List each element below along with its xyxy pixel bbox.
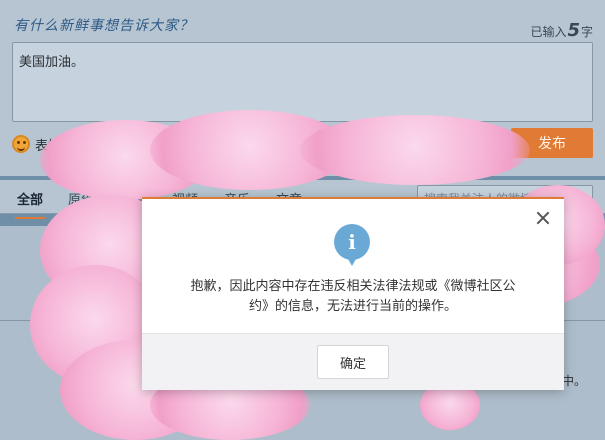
alert-dialog: i 抱歉，因此内容中存在违反相关法律法规或《微博社区公约》的信息，无法进行当前的… [142, 197, 564, 390]
video-icon [138, 137, 155, 151]
screen: 有什么新鲜事想告诉大家？ 已输入5字 美国加油。 表情 图片 视频 发布 全部 … [0, 0, 605, 440]
char-count-number: 5 [567, 20, 580, 41]
tab-original[interactable]: 原创 [68, 189, 94, 208]
tab-all[interactable]: 全部 [14, 189, 46, 219]
char-count-prefix: 已输入 [530, 25, 567, 39]
search-icon[interactable] [565, 190, 577, 202]
feed-text-fragment: 中。 [562, 374, 587, 388]
close-icon[interactable] [536, 211, 550, 225]
char-count-suffix: 字 [580, 25, 593, 39]
dialog-message: 抱歉，因此内容中存在违反相关法律法规或《微博社区公约》的信息，无法进行当前的操作… [190, 279, 516, 314]
video-label: 视频 [159, 138, 186, 154]
compose-title: 有什么新鲜事想告诉大家？ [14, 18, 194, 34]
compose-textarea[interactable]: 美国加油。 [12, 42, 593, 122]
video-button[interactable]: 视频 [138, 135, 185, 154]
publish-button[interactable]: 发布 [511, 128, 593, 158]
compose-toolbar: 表情 图片 视频 [12, 134, 199, 154]
picture-button[interactable]: 图片 [75, 135, 124, 154]
info-icon: i [334, 224, 370, 266]
char-counter: 已输入5字 [530, 20, 593, 41]
chevron-down-icon[interactable] [581, 195, 589, 200]
emoji-icon [12, 135, 30, 153]
dialog-footer: 确定 [142, 333, 564, 390]
confirm-button[interactable]: 确定 [317, 345, 389, 379]
picture-label: 图片 [98, 138, 125, 154]
emoji-label: 表情 [35, 138, 62, 154]
emoji-button[interactable]: 表情 [12, 135, 61, 154]
compose-panel: 有什么新鲜事想告诉大家？ 已输入5字 美国加油。 表情 图片 视频 发布 [0, 0, 605, 176]
picture-icon [75, 137, 94, 151]
